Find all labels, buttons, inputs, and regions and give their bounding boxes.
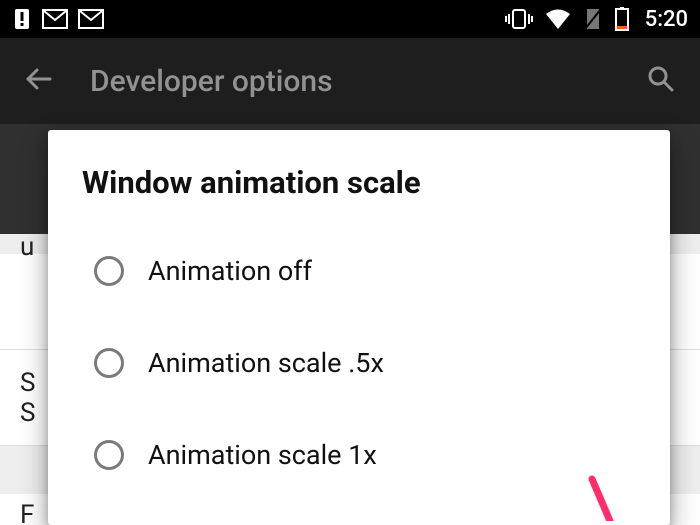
radio-label: Animation scale 1x bbox=[148, 439, 377, 471]
annotation-arrow-icon bbox=[580, 471, 620, 525]
radio-unchecked-icon bbox=[94, 256, 124, 286]
backdrop-peek-text: S bbox=[20, 368, 35, 398]
backdrop-peek-text: u bbox=[20, 232, 34, 262]
back-arrow-icon[interactable] bbox=[24, 64, 54, 98]
app-bar: Developer options bbox=[0, 38, 700, 124]
radio-label: Animation off bbox=[148, 255, 312, 287]
status-right: 5:20 bbox=[505, 7, 688, 32]
radio-unchecked-icon bbox=[94, 348, 124, 378]
status-bar: 5:20 bbox=[0, 0, 700, 38]
animation-scale-dialog: Window animation scale Animation off Ani… bbox=[48, 130, 670, 525]
search-icon[interactable] bbox=[646, 64, 676, 98]
radio-option-animation-05x[interactable]: Animation scale .5x bbox=[94, 317, 636, 409]
backdrop-peek-text: F bbox=[20, 500, 34, 525]
alert-icon bbox=[12, 7, 32, 31]
radio-option-animation-1x[interactable]: Animation scale 1x bbox=[94, 409, 636, 501]
dialog-title: Window animation scale bbox=[82, 164, 636, 201]
status-time: 5:20 bbox=[645, 7, 688, 32]
wifi-icon bbox=[545, 8, 571, 30]
backdrop-peek-text: S bbox=[20, 398, 35, 428]
content-area: u S S F Window animation scale Animation… bbox=[0, 124, 700, 525]
battery-icon bbox=[615, 7, 629, 31]
no-sim-icon bbox=[583, 7, 603, 31]
radio-label: Animation scale .5x bbox=[148, 347, 384, 379]
radio-list: Animation off Animation scale .5x Animat… bbox=[82, 225, 636, 501]
status-left bbox=[12, 7, 104, 31]
page-title: Developer options bbox=[90, 64, 610, 99]
radio-option-animation-off[interactable]: Animation off bbox=[94, 225, 636, 317]
mail-icon bbox=[78, 9, 104, 29]
vibrate-icon bbox=[505, 8, 533, 30]
mail-icon bbox=[42, 9, 68, 29]
radio-unchecked-icon bbox=[94, 440, 124, 470]
